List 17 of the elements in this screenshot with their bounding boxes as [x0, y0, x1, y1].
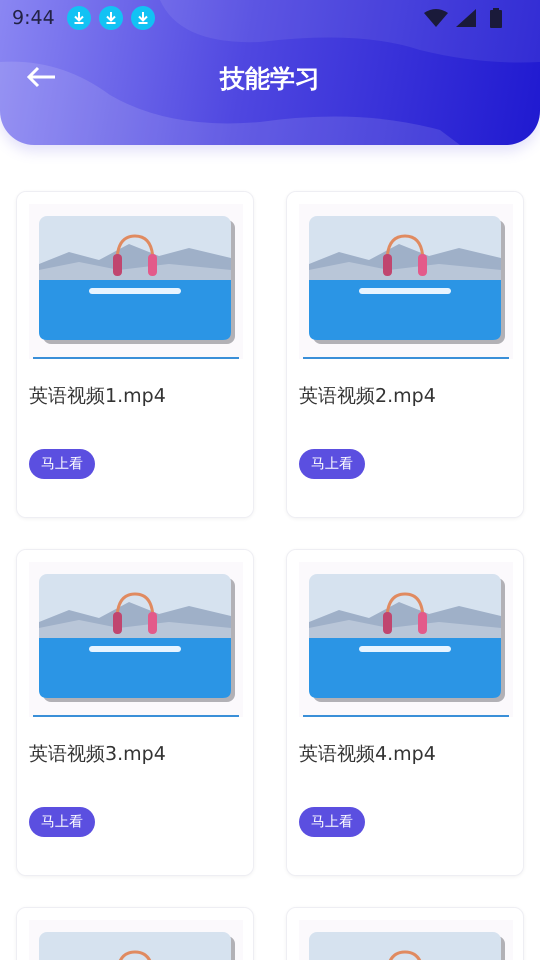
- download-icon: [98, 6, 123, 30]
- download-icon: [130, 6, 155, 30]
- back-arrow-icon: [26, 66, 56, 88]
- battery-icon: [490, 8, 502, 28]
- status-time: 9:44: [12, 7, 55, 29]
- video-title: 英语视频1.mp4: [29, 384, 167, 409]
- watch-button[interactable]: 马上看: [29, 449, 95, 479]
- watch-button[interactable]: 马上看: [29, 807, 95, 837]
- signal-icon: [456, 8, 476, 28]
- page-title: 技能学习: [220, 62, 320, 94]
- watch-button[interactable]: 马上看: [299, 807, 365, 837]
- download-icon: [66, 6, 91, 30]
- video-title: 英语视频2.mp4: [299, 384, 437, 409]
- wifi-icon: [424, 8, 448, 28]
- watch-button[interactable]: 马上看: [299, 449, 365, 479]
- video-title: 英语视频4.mp4: [299, 742, 437, 767]
- video-title: 英语视频3.mp4: [29, 742, 167, 767]
